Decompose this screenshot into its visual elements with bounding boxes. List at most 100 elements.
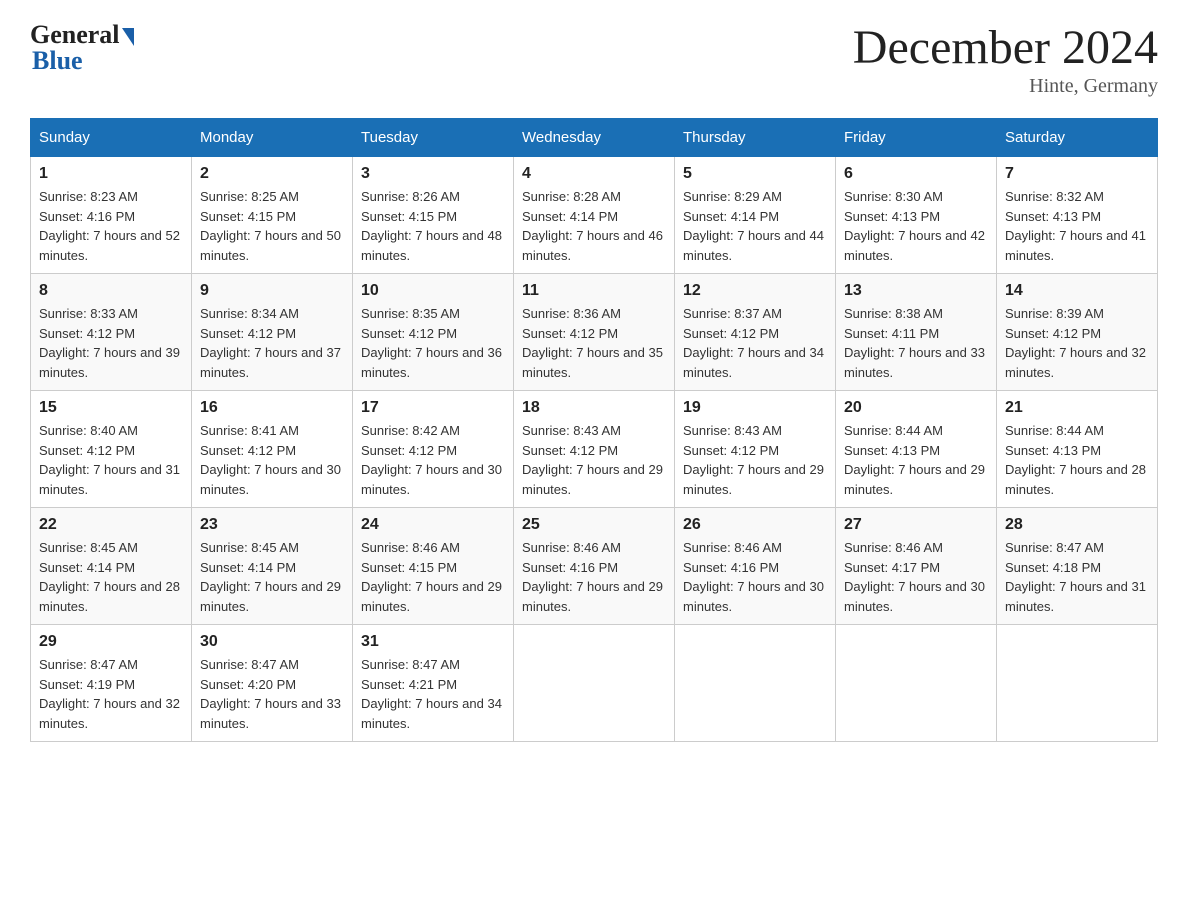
weekday-header-tuesday: Tuesday	[353, 119, 514, 157]
day-info: Sunrise: 8:46 AM Sunset: 4:16 PM Dayligh…	[683, 538, 827, 616]
day-info: Sunrise: 8:47 AM Sunset: 4:18 PM Dayligh…	[1005, 538, 1149, 616]
day-info: Sunrise: 8:42 AM Sunset: 4:12 PM Dayligh…	[361, 421, 505, 499]
day-number: 7	[1005, 165, 1149, 183]
day-info: Sunrise: 8:47 AM Sunset: 4:20 PM Dayligh…	[200, 655, 344, 733]
day-info: Sunrise: 8:43 AM Sunset: 4:12 PM Dayligh…	[522, 421, 666, 499]
calendar-cell: 24 Sunrise: 8:46 AM Sunset: 4:15 PM Dayl…	[353, 508, 514, 625]
calendar-cell: 8 Sunrise: 8:33 AM Sunset: 4:12 PM Dayli…	[31, 274, 192, 391]
day-number: 4	[522, 165, 666, 183]
logo-arrow-icon	[122, 28, 134, 46]
day-info: Sunrise: 8:34 AM Sunset: 4:12 PM Dayligh…	[200, 304, 344, 382]
day-info: Sunrise: 8:41 AM Sunset: 4:12 PM Dayligh…	[200, 421, 344, 499]
day-number: 27	[844, 516, 988, 534]
day-info: Sunrise: 8:47 AM Sunset: 4:19 PM Dayligh…	[39, 655, 183, 733]
day-info: Sunrise: 8:28 AM Sunset: 4:14 PM Dayligh…	[522, 187, 666, 265]
weekday-header-sunday: Sunday	[31, 119, 192, 157]
calendar-cell: 3 Sunrise: 8:26 AM Sunset: 4:15 PM Dayli…	[353, 157, 514, 274]
day-info: Sunrise: 8:46 AM Sunset: 4:17 PM Dayligh…	[844, 538, 988, 616]
calendar-cell: 29 Sunrise: 8:47 AM Sunset: 4:19 PM Dayl…	[31, 625, 192, 742]
calendar-cell: 19 Sunrise: 8:43 AM Sunset: 4:12 PM Dayl…	[675, 391, 836, 508]
day-info: Sunrise: 8:40 AM Sunset: 4:12 PM Dayligh…	[39, 421, 183, 499]
day-number: 22	[39, 516, 183, 534]
weekday-header-friday: Friday	[836, 119, 997, 157]
day-number: 12	[683, 282, 827, 300]
calendar-cell: 11 Sunrise: 8:36 AM Sunset: 4:12 PM Dayl…	[514, 274, 675, 391]
day-number: 13	[844, 282, 988, 300]
day-number: 29	[39, 633, 183, 651]
calendar-cell: 16 Sunrise: 8:41 AM Sunset: 4:12 PM Dayl…	[192, 391, 353, 508]
day-number: 18	[522, 399, 666, 417]
day-info: Sunrise: 8:44 AM Sunset: 4:13 PM Dayligh…	[844, 421, 988, 499]
day-number: 24	[361, 516, 505, 534]
calendar-cell: 13 Sunrise: 8:38 AM Sunset: 4:11 PM Dayl…	[836, 274, 997, 391]
calendar-cell: 15 Sunrise: 8:40 AM Sunset: 4:12 PM Dayl…	[31, 391, 192, 508]
logo-blue-text: Blue	[32, 46, 83, 76]
day-info: Sunrise: 8:44 AM Sunset: 4:13 PM Dayligh…	[1005, 421, 1149, 499]
calendar-cell: 14 Sunrise: 8:39 AM Sunset: 4:12 PM Dayl…	[997, 274, 1158, 391]
calendar-table: SundayMondayTuesdayWednesdayThursdayFrid…	[30, 118, 1158, 742]
day-number: 30	[200, 633, 344, 651]
day-info: Sunrise: 8:47 AM Sunset: 4:21 PM Dayligh…	[361, 655, 505, 733]
calendar-cell: 9 Sunrise: 8:34 AM Sunset: 4:12 PM Dayli…	[192, 274, 353, 391]
day-info: Sunrise: 8:32 AM Sunset: 4:13 PM Dayligh…	[1005, 187, 1149, 265]
calendar-week-row: 1 Sunrise: 8:23 AM Sunset: 4:16 PM Dayli…	[31, 157, 1158, 274]
day-info: Sunrise: 8:39 AM Sunset: 4:12 PM Dayligh…	[1005, 304, 1149, 382]
day-number: 2	[200, 165, 344, 183]
calendar-cell: 12 Sunrise: 8:37 AM Sunset: 4:12 PM Dayl…	[675, 274, 836, 391]
calendar-cell: 31 Sunrise: 8:47 AM Sunset: 4:21 PM Dayl…	[353, 625, 514, 742]
weekday-header-monday: Monday	[192, 119, 353, 157]
logo: General Blue	[30, 20, 134, 76]
calendar-cell: 22 Sunrise: 8:45 AM Sunset: 4:14 PM Dayl…	[31, 508, 192, 625]
day-info: Sunrise: 8:46 AM Sunset: 4:15 PM Dayligh…	[361, 538, 505, 616]
calendar-week-row: 29 Sunrise: 8:47 AM Sunset: 4:19 PM Dayl…	[31, 625, 1158, 742]
day-number: 8	[39, 282, 183, 300]
day-number: 21	[1005, 399, 1149, 417]
calendar-cell: 6 Sunrise: 8:30 AM Sunset: 4:13 PM Dayli…	[836, 157, 997, 274]
day-info: Sunrise: 8:23 AM Sunset: 4:16 PM Dayligh…	[39, 187, 183, 265]
calendar-cell: 1 Sunrise: 8:23 AM Sunset: 4:16 PM Dayli…	[31, 157, 192, 274]
day-number: 23	[200, 516, 344, 534]
day-number: 17	[361, 399, 505, 417]
day-info: Sunrise: 8:36 AM Sunset: 4:12 PM Dayligh…	[522, 304, 666, 382]
day-number: 15	[39, 399, 183, 417]
calendar-cell	[675, 625, 836, 742]
day-info: Sunrise: 8:46 AM Sunset: 4:16 PM Dayligh…	[522, 538, 666, 616]
calendar-cell: 26 Sunrise: 8:46 AM Sunset: 4:16 PM Dayl…	[675, 508, 836, 625]
day-number: 5	[683, 165, 827, 183]
day-number: 26	[683, 516, 827, 534]
calendar-week-row: 8 Sunrise: 8:33 AM Sunset: 4:12 PM Dayli…	[31, 274, 1158, 391]
calendar-cell: 23 Sunrise: 8:45 AM Sunset: 4:14 PM Dayl…	[192, 508, 353, 625]
calendar-cell: 5 Sunrise: 8:29 AM Sunset: 4:14 PM Dayli…	[675, 157, 836, 274]
day-number: 31	[361, 633, 505, 651]
day-info: Sunrise: 8:45 AM Sunset: 4:14 PM Dayligh…	[200, 538, 344, 616]
day-number: 25	[522, 516, 666, 534]
calendar-cell: 25 Sunrise: 8:46 AM Sunset: 4:16 PM Dayl…	[514, 508, 675, 625]
weekday-header-wednesday: Wednesday	[514, 119, 675, 157]
calendar-cell: 18 Sunrise: 8:43 AM Sunset: 4:12 PM Dayl…	[514, 391, 675, 508]
day-info: Sunrise: 8:45 AM Sunset: 4:14 PM Dayligh…	[39, 538, 183, 616]
day-number: 3	[361, 165, 505, 183]
calendar-cell: 17 Sunrise: 8:42 AM Sunset: 4:12 PM Dayl…	[353, 391, 514, 508]
day-info: Sunrise: 8:33 AM Sunset: 4:12 PM Dayligh…	[39, 304, 183, 382]
calendar-cell	[836, 625, 997, 742]
title-block: December 2024 Hinte, Germany	[853, 20, 1158, 98]
calendar-cell: 7 Sunrise: 8:32 AM Sunset: 4:13 PM Dayli…	[997, 157, 1158, 274]
calendar-cell: 10 Sunrise: 8:35 AM Sunset: 4:12 PM Dayl…	[353, 274, 514, 391]
month-title: December 2024	[853, 20, 1158, 75]
calendar-cell: 27 Sunrise: 8:46 AM Sunset: 4:17 PM Dayl…	[836, 508, 997, 625]
location-label: Hinte, Germany	[853, 75, 1158, 98]
day-number: 28	[1005, 516, 1149, 534]
page-header: General Blue December 2024 Hinte, German…	[30, 20, 1158, 98]
day-info: Sunrise: 8:29 AM Sunset: 4:14 PM Dayligh…	[683, 187, 827, 265]
day-number: 20	[844, 399, 988, 417]
day-number: 11	[522, 282, 666, 300]
day-info: Sunrise: 8:38 AM Sunset: 4:11 PM Dayligh…	[844, 304, 988, 382]
weekday-header-row: SundayMondayTuesdayWednesdayThursdayFrid…	[31, 119, 1158, 157]
day-number: 16	[200, 399, 344, 417]
calendar-cell: 2 Sunrise: 8:25 AM Sunset: 4:15 PM Dayli…	[192, 157, 353, 274]
calendar-cell: 21 Sunrise: 8:44 AM Sunset: 4:13 PM Dayl…	[997, 391, 1158, 508]
day-number: 1	[39, 165, 183, 183]
day-info: Sunrise: 8:43 AM Sunset: 4:12 PM Dayligh…	[683, 421, 827, 499]
calendar-week-row: 15 Sunrise: 8:40 AM Sunset: 4:12 PM Dayl…	[31, 391, 1158, 508]
calendar-cell	[997, 625, 1158, 742]
